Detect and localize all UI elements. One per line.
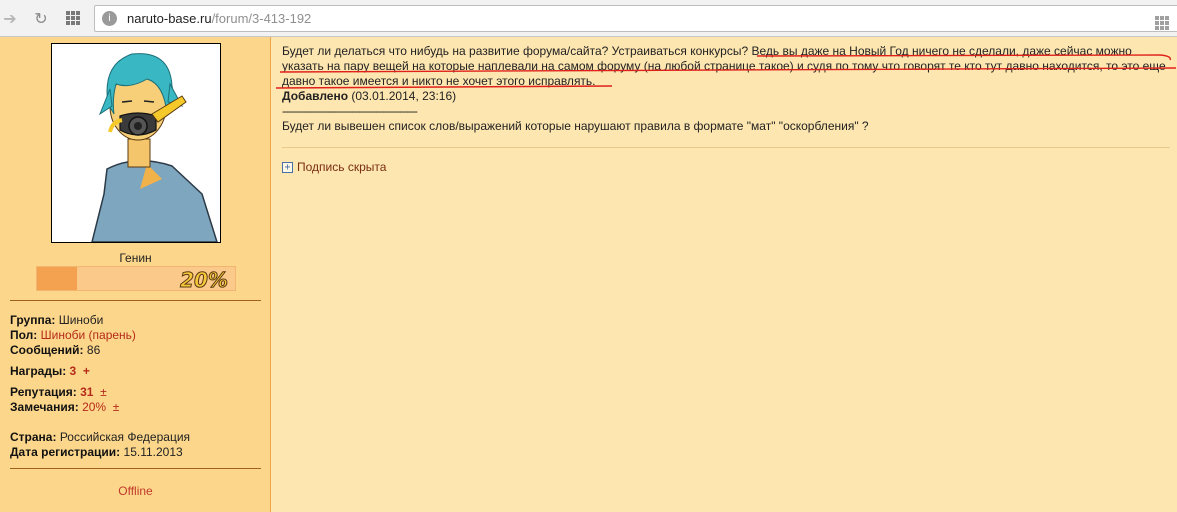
- add-award-button[interactable]: +: [83, 364, 90, 378]
- divider: [10, 300, 261, 301]
- post-line: указать на пару вещей на которые наплева…: [282, 59, 1166, 73]
- browser-toolbar: ➔ ↻ i naruto-base.ru/forum/3-413-192: [0, 0, 1177, 37]
- url-host: naruto-base.ru: [127, 11, 212, 26]
- dashes-separator: ----------------------------------------…: [282, 104, 418, 118]
- post-line: Будет ли делаться что нибудь на развитие…: [282, 44, 1132, 58]
- apps-grid-icon[interactable]: [63, 8, 83, 28]
- post-text: Будет ли делаться что нибудь на развитие…: [282, 44, 1170, 89]
- author-sidebar: Генин 20% Группа: Шиноби Пол: Шиноби (па…: [0, 37, 271, 512]
- group-value: Шиноби: [58, 313, 104, 327]
- remarks-label: Замечания:: [10, 400, 79, 414]
- added-label: Добавлено: [282, 89, 349, 103]
- back-arrow-icon[interactable]: ➔: [0, 8, 20, 28]
- remarks-value[interactable]: 20%: [82, 400, 106, 414]
- rank-progress-bar: 20%: [36, 266, 236, 293]
- user-rank: Генин: [119, 251, 152, 265]
- country-row: Страна: Российская Федерация: [10, 430, 190, 444]
- country-value: Российская Федерация: [59, 430, 191, 444]
- regdate-value: 15.11.2013: [123, 445, 183, 459]
- awards-row: Награды: 3 +: [10, 364, 90, 378]
- site-info-icon[interactable]: i: [102, 11, 117, 26]
- divider: [10, 468, 261, 469]
- group-label: Группа:: [10, 313, 56, 327]
- reputation-row: Репутация: 31 ±: [10, 385, 107, 399]
- extensions-icon[interactable]: [1155, 16, 1169, 30]
- signature-label[interactable]: Подпись скрыта: [297, 160, 386, 174]
- regdate-row: Дата регистрации: 15.11.2013: [10, 445, 183, 459]
- awards-label: Награды:: [10, 364, 67, 378]
- signature-toggle[interactable]: + Подпись скрыта: [282, 160, 386, 174]
- expand-plus-icon[interactable]: +: [282, 161, 293, 173]
- url-text[interactable]: naruto-base.ru/forum/3-413-192: [127, 11, 311, 26]
- rank-progress-label: 20%: [180, 268, 229, 293]
- messages-label: Сообщений:: [10, 343, 84, 357]
- online-status: Offline: [118, 484, 153, 498]
- reputation-label: Репутация:: [10, 385, 77, 399]
- post-edit-note: Добавлено (03.01.2014, 23:16): [282, 89, 456, 103]
- remarks-row: Замечания: 20% ±: [10, 400, 119, 414]
- awards-value[interactable]: 3: [70, 364, 77, 378]
- address-bar[interactable]: i naruto-base.ru/forum/3-413-192: [94, 5, 1177, 32]
- reputation-value[interactable]: 31: [80, 385, 93, 399]
- added-date: (03.01.2014, 23:16): [351, 89, 457, 103]
- reputation-change-button[interactable]: ±: [100, 385, 107, 399]
- divider: [282, 147, 1170, 148]
- rank-progress-fill: [37, 267, 77, 290]
- avatar-image: [52, 44, 220, 242]
- url-path: /forum/3-413-192: [211, 11, 312, 26]
- avatar[interactable]: [51, 43, 221, 243]
- gender-label: Пол:: [10, 328, 38, 342]
- post-content: Будет ли делаться что нибудь на развитие…: [272, 37, 1177, 512]
- post-line: давно такое имеется и никто не хочет это…: [282, 74, 596, 88]
- remarks-change-button[interactable]: ±: [113, 400, 120, 414]
- messages-row: Сообщений: 86: [10, 343, 100, 357]
- post-line: Будет ли вывешен список слов/выражений к…: [282, 119, 869, 133]
- reload-icon[interactable]: ↻: [31, 8, 51, 28]
- gender-row: Пол: Шиноби (парень): [10, 328, 136, 342]
- gender-value: Шиноби (парень): [40, 328, 136, 342]
- group-row: Группа: Шиноби: [10, 313, 103, 327]
- regdate-label: Дата регистрации:: [10, 445, 121, 459]
- country-label: Страна:: [10, 430, 57, 444]
- messages-value[interactable]: 86: [87, 343, 100, 357]
